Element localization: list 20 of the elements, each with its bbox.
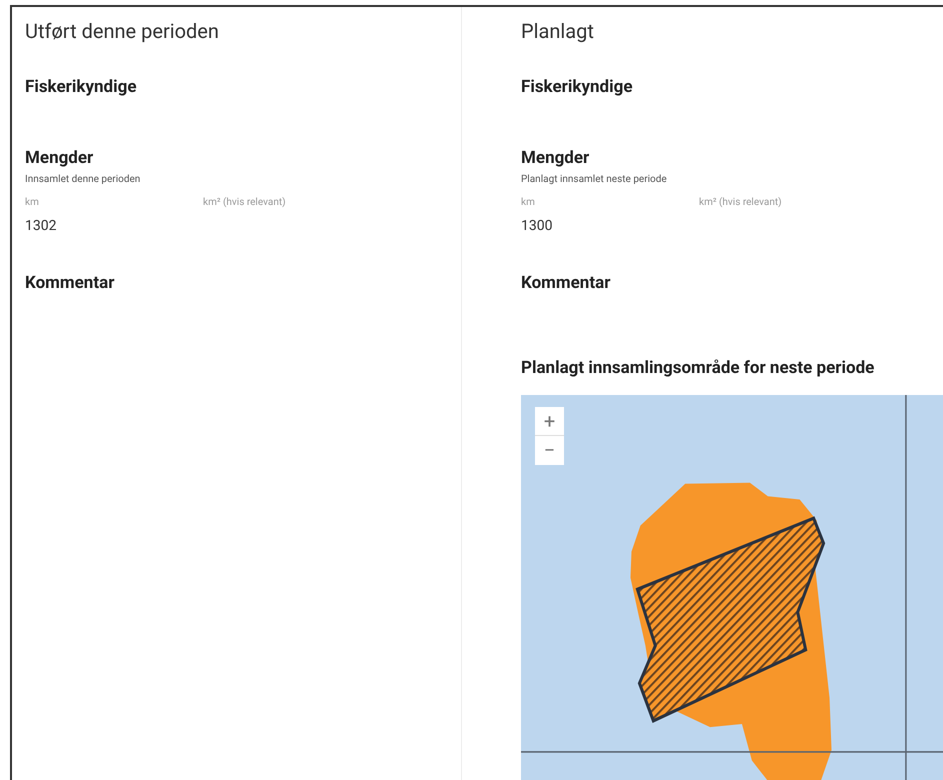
panel-title: Planlagt [521, 18, 595, 45]
section-heading: Mengder [25, 146, 94, 168]
field-label: km [521, 196, 536, 210]
field-value: 1300 [521, 216, 554, 236]
section-heading: Planlagt innsamlingsområde for neste periode [521, 357, 876, 380]
panel-title: Utført denne perioden [25, 18, 220, 45]
section-heading: Mengder [521, 146, 590, 168]
map[interactable]: + − [521, 394, 943, 780]
field-label: km² (hvis relevant) [203, 196, 287, 210]
section-subtitle: Planlagt innsamlet neste periode [521, 172, 668, 186]
section-heading: Kommentar [521, 272, 612, 294]
section-heading: Fiskerikyndige [25, 76, 138, 99]
zoom-in-button[interactable]: + [535, 406, 564, 436]
section-heading: Kommentar [25, 272, 116, 294]
zoom-out-button[interactable]: − [535, 436, 564, 464]
section-subtitle: Innsamlet denne perioden [25, 172, 142, 186]
field-value: 1302 [25, 216, 58, 236]
field-label: km² (hvis relevant) [699, 196, 783, 210]
field-label: km [25, 196, 40, 210]
section-heading: Fiskerikyndige [521, 76, 634, 99]
